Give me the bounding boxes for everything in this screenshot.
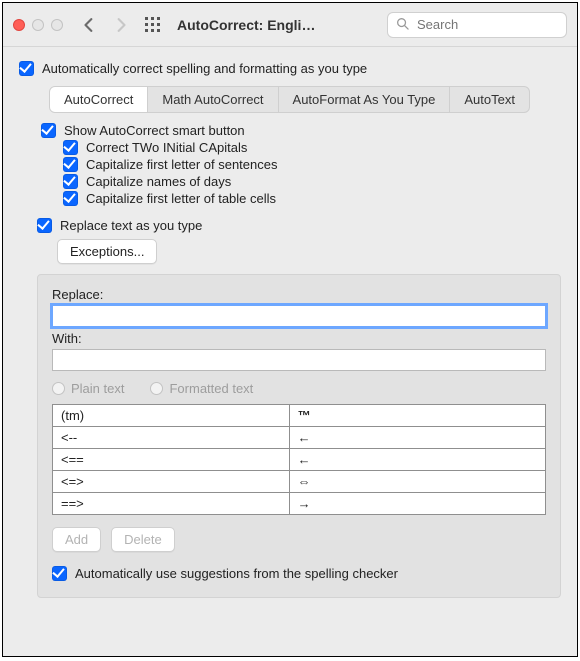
two-initial-caps-label: Correct TWo INitial CApitals [86, 140, 247, 155]
formatted-text-radio-label: Formatted text [169, 381, 253, 396]
capitalize-table-cells-checkbox[interactable] [63, 191, 78, 206]
table-row[interactable]: <-- ← [53, 427, 546, 449]
window-title: AutoCorrect: Engli… [177, 17, 315, 33]
replace-to-cell[interactable]: ← [289, 427, 545, 449]
minimize-window-button[interactable] [32, 19, 44, 31]
smart-button-label: Show AutoCorrect smart button [64, 123, 245, 138]
search-input[interactable] [415, 16, 580, 33]
format-radio-group: Plain text Formatted text [52, 381, 546, 396]
table-row[interactable]: <== ← [53, 449, 546, 471]
tab-autocorrect[interactable]: AutoCorrect [50, 87, 148, 112]
delete-button[interactable]: Delete [111, 527, 175, 552]
capitalize-sentences-label: Capitalize first letter of sentences [86, 157, 277, 172]
spell-suggestions-checkbox[interactable] [52, 566, 67, 581]
smart-button-checkbox[interactable] [41, 123, 56, 138]
capitalize-table-cells-label: Capitalize first letter of table cells [86, 191, 276, 206]
replace-to-cell[interactable]: ™ [289, 405, 545, 427]
content-area: Automatically correct spelling and forma… [3, 47, 577, 656]
replace-from-cell[interactable]: ==> [53, 493, 290, 515]
nav-back-button[interactable] [77, 13, 101, 37]
two-initial-caps-checkbox[interactable] [63, 140, 78, 155]
spell-suggestions-row[interactable]: Automatically use suggestions from the s… [52, 566, 546, 581]
auto-correct-master-row[interactable]: Automatically correct spelling and forma… [19, 61, 561, 76]
tab-math-autocorrect[interactable]: Math AutoCorrect [148, 87, 278, 112]
replacements-table[interactable]: (tm) ™ <-- ← <== ← <=> ⇔ [52, 404, 546, 515]
nav-forward-button[interactable] [109, 13, 133, 37]
replace-as-you-type-label: Replace text as you type [60, 218, 202, 233]
replace-input[interactable] [52, 305, 546, 327]
replace-label: Replace: [52, 287, 546, 302]
titlebar: AutoCorrect: Engli… [3, 3, 577, 47]
table-row[interactable]: (tm) ™ [53, 405, 546, 427]
preferences-window: AutoCorrect: Engli… Automatically correc… [2, 2, 578, 657]
plain-text-radio-label: Plain text [71, 381, 124, 396]
replace-from-cell[interactable]: (tm) [53, 405, 290, 427]
replace-to-cell[interactable]: → [289, 493, 545, 515]
capitalize-sentences-checkbox[interactable] [63, 157, 78, 172]
tab-bar: AutoCorrect Math AutoCorrect AutoFormat … [49, 86, 530, 113]
with-label: With: [52, 331, 546, 346]
auto-correct-master-label: Automatically correct spelling and forma… [42, 61, 367, 76]
replace-from-cell[interactable]: <== [53, 449, 290, 471]
add-button[interactable]: Add [52, 527, 101, 552]
search-icon [396, 17, 409, 33]
capitalize-days-checkbox[interactable] [63, 174, 78, 189]
replace-from-cell[interactable]: <-- [53, 427, 290, 449]
table-row[interactable]: ==> → [53, 493, 546, 515]
tab-autoformat-as-you-type[interactable]: AutoFormat As You Type [279, 87, 451, 112]
close-window-button[interactable] [13, 19, 25, 31]
radio-dot-icon [52, 382, 65, 395]
radio-dot-icon [150, 382, 163, 395]
replace-as-you-type-checkbox[interactable] [37, 218, 52, 233]
capitalize-sentences-row[interactable]: Capitalize first letter of sentences [63, 157, 561, 172]
table-row[interactable]: <=> ⇔ [53, 471, 546, 493]
capitalize-table-cells-row[interactable]: Capitalize first letter of table cells [63, 191, 561, 206]
replace-to-cell[interactable]: ← [289, 449, 545, 471]
plain-text-radio[interactable]: Plain text [52, 381, 124, 396]
tab-autotext[interactable]: AutoText [450, 87, 529, 112]
traffic-lights [13, 19, 63, 31]
search-field[interactable] [387, 12, 567, 38]
capitalize-days-label: Capitalize names of days [86, 174, 231, 189]
spell-suggestions-label: Automatically use suggestions from the s… [75, 566, 398, 581]
replace-from-cell[interactable]: <=> [53, 471, 290, 493]
formatted-text-radio[interactable]: Formatted text [150, 381, 253, 396]
capitalize-days-row[interactable]: Capitalize names of days [63, 174, 561, 189]
two-initial-caps-row[interactable]: Correct TWo INitial CApitals [63, 140, 561, 155]
exceptions-button[interactable]: Exceptions... [57, 239, 157, 264]
with-input[interactable] [52, 349, 546, 371]
replace-to-cell[interactable]: ⇔ [289, 471, 545, 493]
smart-button-row[interactable]: Show AutoCorrect smart button [41, 123, 561, 138]
zoom-window-button[interactable] [51, 19, 63, 31]
replacements-panel: Replace: With: Plain text Formatted text… [37, 274, 561, 598]
auto-correct-master-checkbox[interactable] [19, 61, 34, 76]
show-all-icon[interactable] [141, 13, 165, 37]
replace-as-you-type-row[interactable]: Replace text as you type [37, 218, 561, 233]
